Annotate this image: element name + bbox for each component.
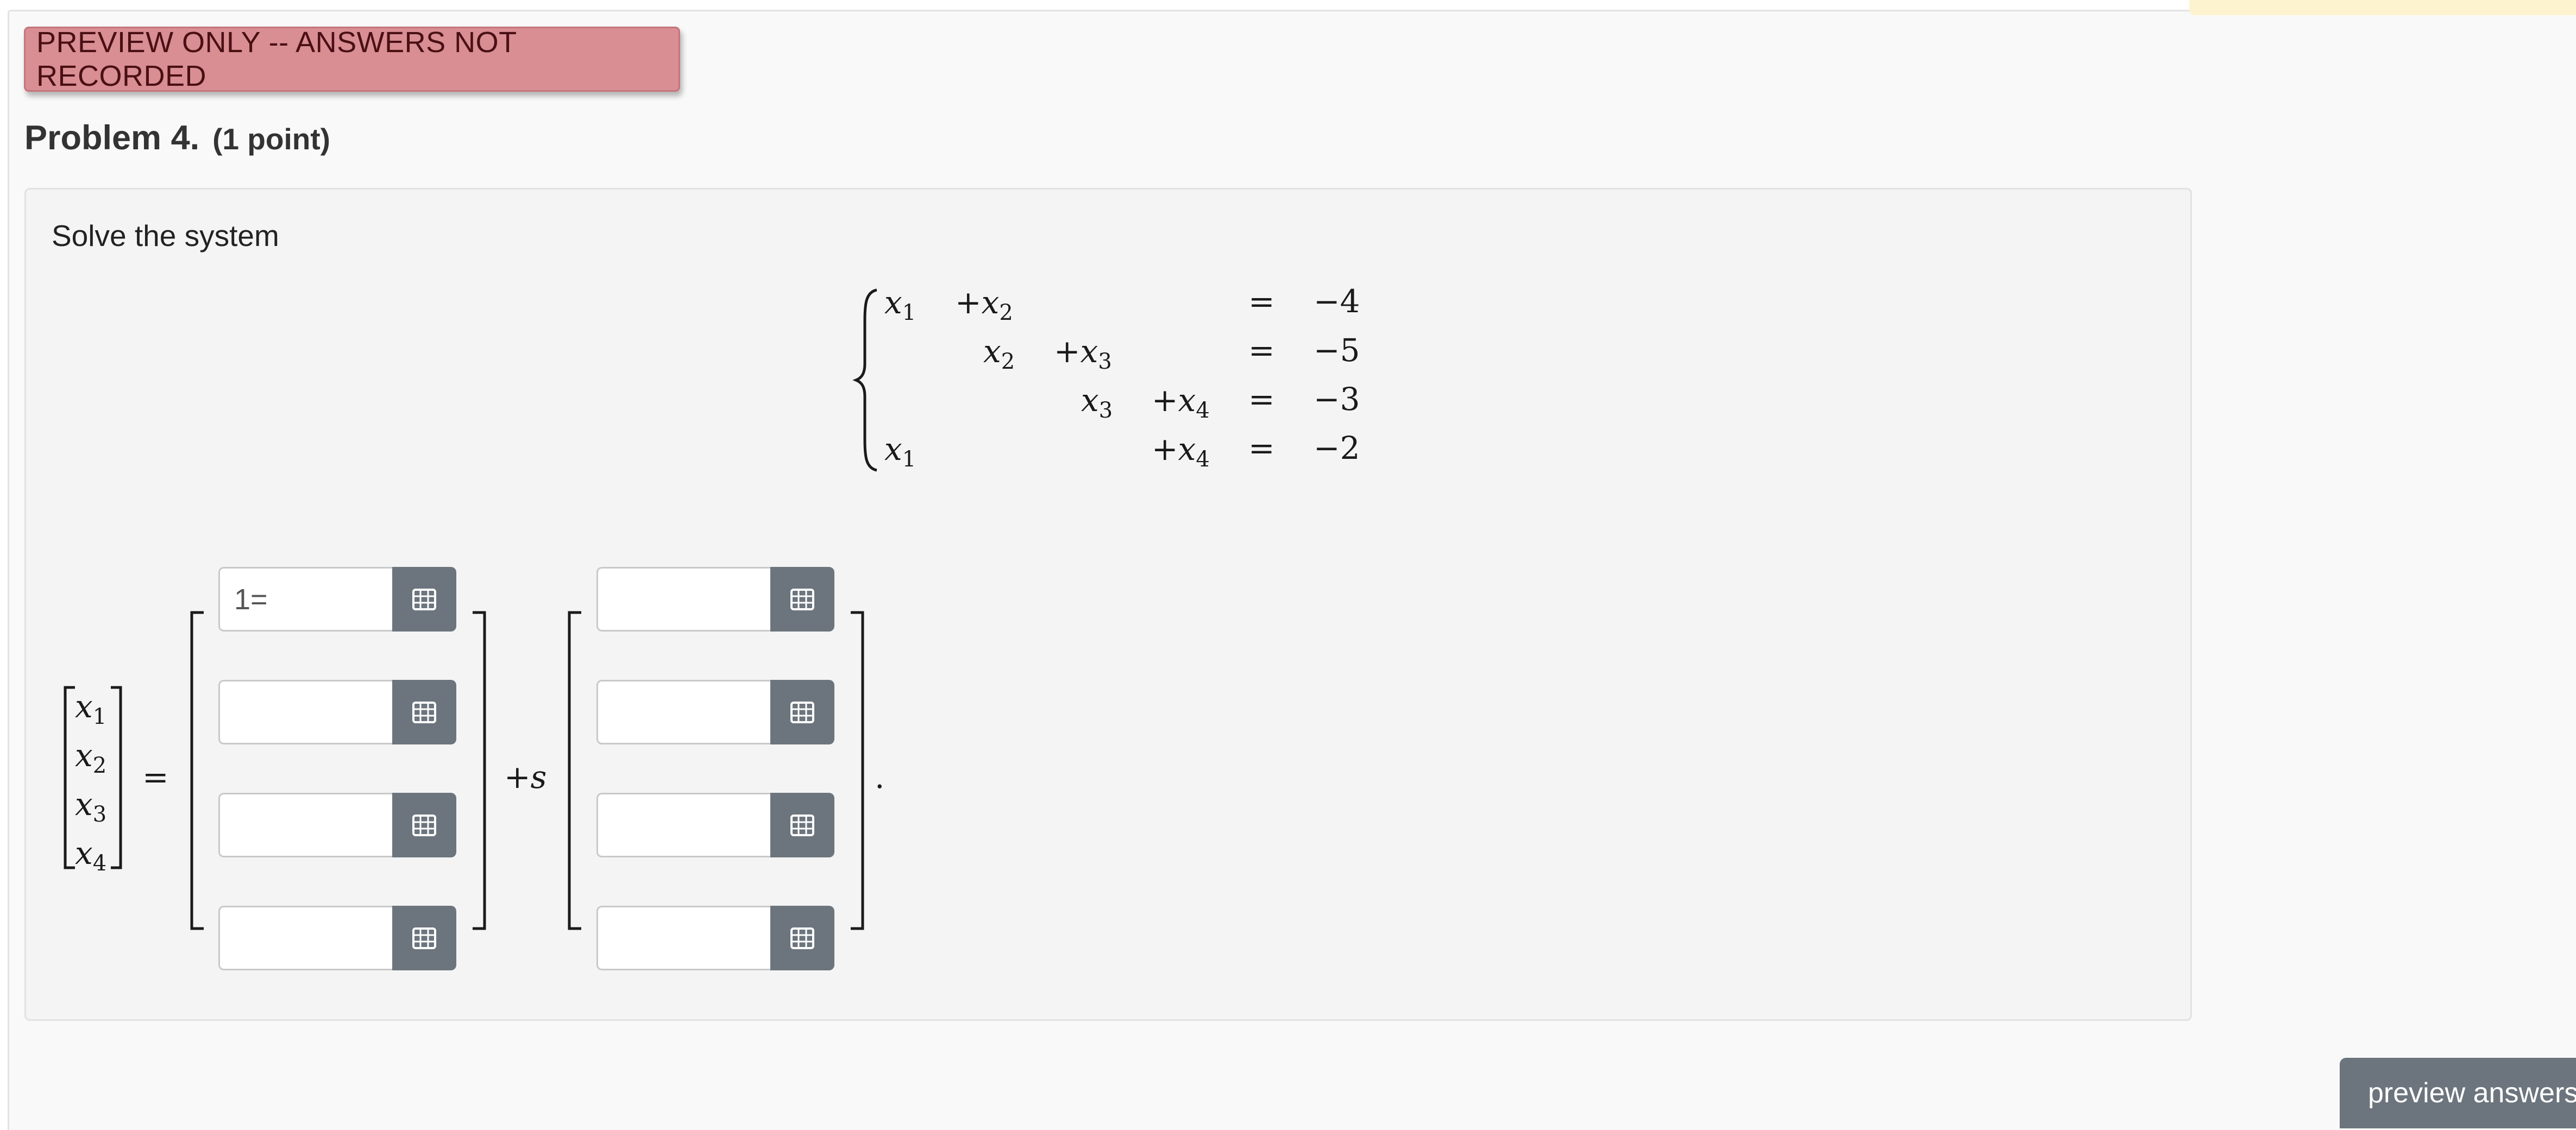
direction-matrix-button-2[interactable] [770, 680, 834, 744]
system-r1-c1: x1 [884, 284, 916, 325]
direction-input-3[interactable] [596, 793, 770, 857]
particular-field-1: 1= [218, 567, 456, 632]
system-r4-equals: = [1248, 430, 1275, 466]
preview-answers-button[interactable]: preview answers [2340, 1058, 2576, 1128]
particular-left-bracket [190, 611, 204, 930]
system-r3-rhs: −3 [1314, 381, 1360, 418]
matrix-grid-icon [412, 814, 436, 836]
direction-field-3 [596, 793, 834, 857]
direction-field-4 [596, 906, 834, 970]
top-notification-strip [2189, 0, 2576, 15]
matrix-grid-icon [790, 588, 814, 610]
system-r1-c2: +x2 [955, 284, 1013, 325]
particular-field-2 [218, 680, 456, 744]
problem-heading: Problem 4. (1 point) [24, 118, 330, 162]
particular-field-4 [218, 906, 456, 970]
vector-entry-4: x4 [75, 835, 107, 876]
particular-input-3[interactable] [218, 793, 392, 857]
direction-field-1 [596, 567, 834, 632]
system-r3-c3: x3 [1081, 382, 1113, 423]
direction-matrix-button-4[interactable] [770, 906, 834, 970]
preview-only-text: PREVIEW ONLY -- ANSWERS NOT RECORDED [36, 26, 517, 92]
direction-right-bracket [851, 611, 864, 930]
system-r1-equals: = [1248, 283, 1275, 320]
particular-input-2[interactable] [218, 680, 392, 744]
vector-entry-3: x3 [75, 786, 107, 827]
system-r1-rhs: −4 [1314, 283, 1360, 320]
particular-right-bracket [473, 611, 486, 930]
particular-input-4[interactable] [218, 906, 392, 970]
direction-field-2 [596, 680, 834, 744]
matrix-grid-icon [412, 701, 436, 723]
vector-right-bracket [111, 686, 122, 869]
system-r2-c3: +x3 [1054, 333, 1112, 374]
direction-input-1[interactable] [596, 567, 770, 632]
particular-input-1[interactable]: 1= [218, 567, 392, 632]
system-r4-c1: x1 [884, 431, 916, 472]
particular-matrix-button-2[interactable] [392, 680, 456, 744]
system-left-brace [852, 288, 877, 472]
particular-matrix-button-1[interactable] [392, 567, 456, 632]
vector-equals-sign: = [142, 759, 169, 796]
system-r4-rhs: −2 [1314, 430, 1360, 466]
system-r3-c4: +x4 [1152, 382, 1210, 423]
vector-entry-1: x1 [75, 688, 107, 729]
particular-matrix-button-3[interactable] [392, 793, 456, 857]
matrix-grid-icon [790, 927, 814, 949]
direction-matrix-button-3[interactable] [770, 793, 834, 857]
vector-entry-2: x2 [75, 737, 107, 778]
preview-only-banner: PREVIEW ONLY -- ANSWERS NOT RECORDED [24, 26, 680, 92]
system-r4-c4: +x4 [1152, 431, 1210, 472]
problem-number: Problem 4. [24, 119, 200, 157]
particular-field-3 [218, 793, 456, 857]
problem-points: (1 point) [212, 122, 330, 156]
equation-period: . [875, 759, 885, 796]
direction-input-2[interactable] [596, 680, 770, 744]
system-r2-equals: = [1248, 332, 1275, 369]
plus-s-term: +s [504, 759, 547, 796]
matrix-grid-icon [412, 927, 436, 949]
matrix-grid-icon [412, 588, 436, 610]
direction-input-4[interactable] [596, 906, 770, 970]
system-r2-rhs: −5 [1314, 332, 1360, 369]
direction-matrix-button-1[interactable] [770, 567, 834, 632]
system-r2-c2: x2 [983, 333, 1015, 374]
direction-left-bracket [568, 611, 581, 930]
matrix-grid-icon [790, 701, 814, 723]
system-r3-equals: = [1248, 381, 1275, 418]
problem-instruction: Solve the system [52, 219, 279, 252]
particular-matrix-button-4[interactable] [392, 906, 456, 970]
matrix-grid-icon [790, 814, 814, 836]
